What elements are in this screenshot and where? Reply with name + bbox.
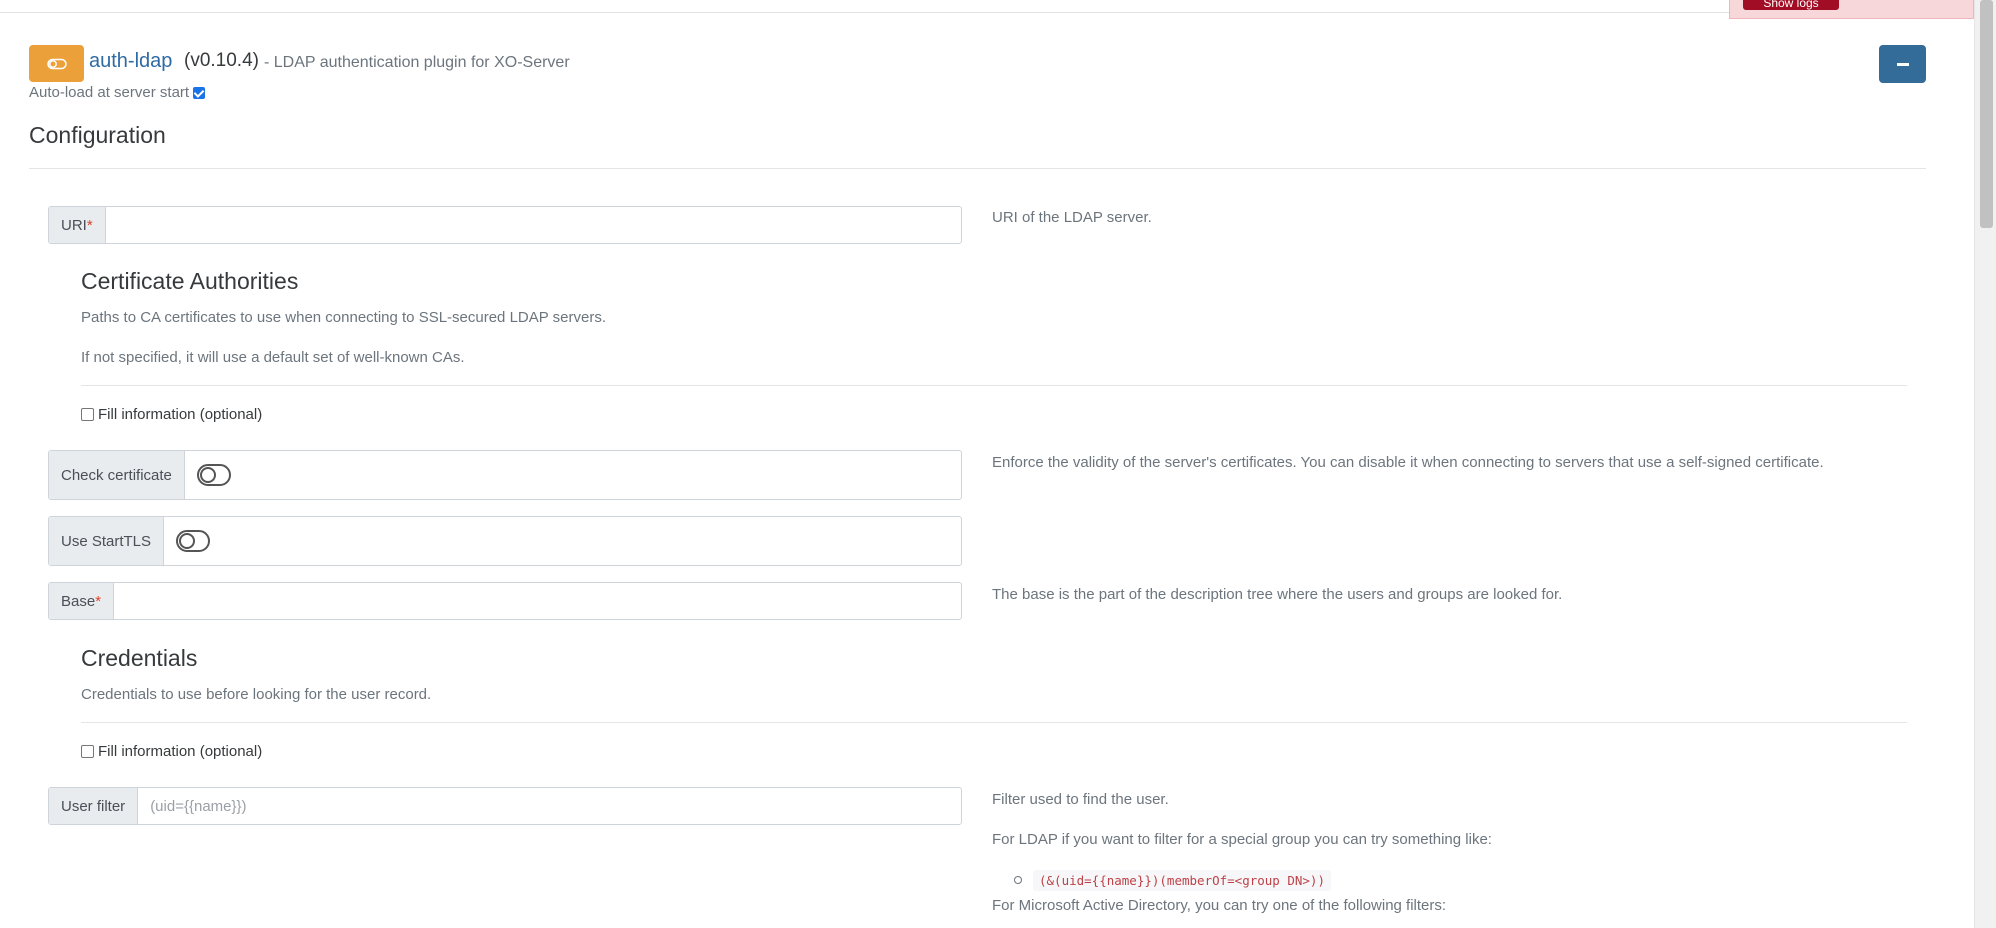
ca-desc-2: If not specified, it will use a default … <box>81 349 465 366</box>
user-filter-help-1: Filter used to find the user. <box>992 791 1169 808</box>
ca-divider <box>81 385 1907 386</box>
check-certificate-toggle[interactable] <box>196 464 231 486</box>
configuration-title: Configuration <box>29 122 166 148</box>
uri-field-group: URI * <box>48 206 962 244</box>
ca-title: Certificate Authorities <box>81 268 299 294</box>
check-certificate-group: Check certificate <box>48 450 962 500</box>
uri-help: URI of the LDAP server. <box>992 209 1152 226</box>
top-divider <box>0 12 1975 13</box>
base-label: Base * <box>49 583 115 619</box>
credentials-desc: Credentials to use before looking for th… <box>81 686 432 703</box>
check-certificate-help: Enforce the validity of the server's cer… <box>992 454 1824 471</box>
uri-label: URI * <box>49 207 106 243</box>
credentials-fill-label: Fill information (optional) <box>98 743 263 760</box>
user-filter-group: User filter <box>48 787 962 825</box>
credentials-fill-option[interactable]: Fill information (optional) <box>81 743 262 760</box>
user-filter-label: User filter <box>49 788 139 824</box>
minus-icon <box>1896 62 1909 66</box>
logs-toast: Show logs <box>1729 0 1974 19</box>
base-input[interactable] <box>114 583 961 619</box>
plugin-name: auth-ldap <box>89 50 173 72</box>
plugin-description: - LDAP authentication plugin for XO-Serv… <box>264 54 570 71</box>
base-help: The base is the part of the description … <box>992 586 1563 603</box>
user-filter-input[interactable] <box>138 788 961 824</box>
starttls-toggle[interactable] <box>176 530 211 552</box>
base-field-group: Base * <box>48 582 962 620</box>
starttls-label: Use StartTLS <box>49 517 165 565</box>
user-filter-help-3: For Microsoft Active Directory, you can … <box>992 897 1447 914</box>
check-certificate-label: Check certificate <box>49 451 185 499</box>
show-logs-button[interactable]: Show logs <box>1743 0 1839 10</box>
starttls-group: Use StartTLS <box>48 516 962 566</box>
user-filter-help-2: For LDAP if you want to filter for a spe… <box>992 831 1492 848</box>
ca-desc-1: Paths to CA certificates to use when con… <box>81 309 606 326</box>
scrollbar[interactable] <box>1974 0 1996 928</box>
collapse-button[interactable] <box>1879 45 1926 83</box>
credentials-fill-checkbox[interactable] <box>81 745 94 758</box>
scrollbar-thumb[interactable] <box>1980 0 1993 228</box>
plug-icon <box>46 58 67 69</box>
credentials-divider <box>81 722 1907 723</box>
autoload-row: Auto-load at server start <box>29 84 206 101</box>
user-filter-example-code: (&(uid={{name}})(memberOf=<group DN>)) <box>1033 870 1331 891</box>
config-divider <box>29 168 1926 169</box>
ca-fill-option[interactable]: Fill information (optional) <box>81 406 262 423</box>
ca-fill-label: Fill information (optional) <box>98 406 263 423</box>
credentials-title: Credentials <box>81 645 198 671</box>
uri-input[interactable] <box>105 207 961 243</box>
autoload-checkbox[interactable] <box>193 86 206 99</box>
plugin-version: (v0.10.4) <box>184 50 259 71</box>
autoload-label: Auto-load at server start <box>29 84 190 101</box>
plugin-toggle-button[interactable] <box>29 45 84 82</box>
list-bullet <box>1014 876 1022 884</box>
ca-fill-checkbox[interactable] <box>81 408 94 421</box>
